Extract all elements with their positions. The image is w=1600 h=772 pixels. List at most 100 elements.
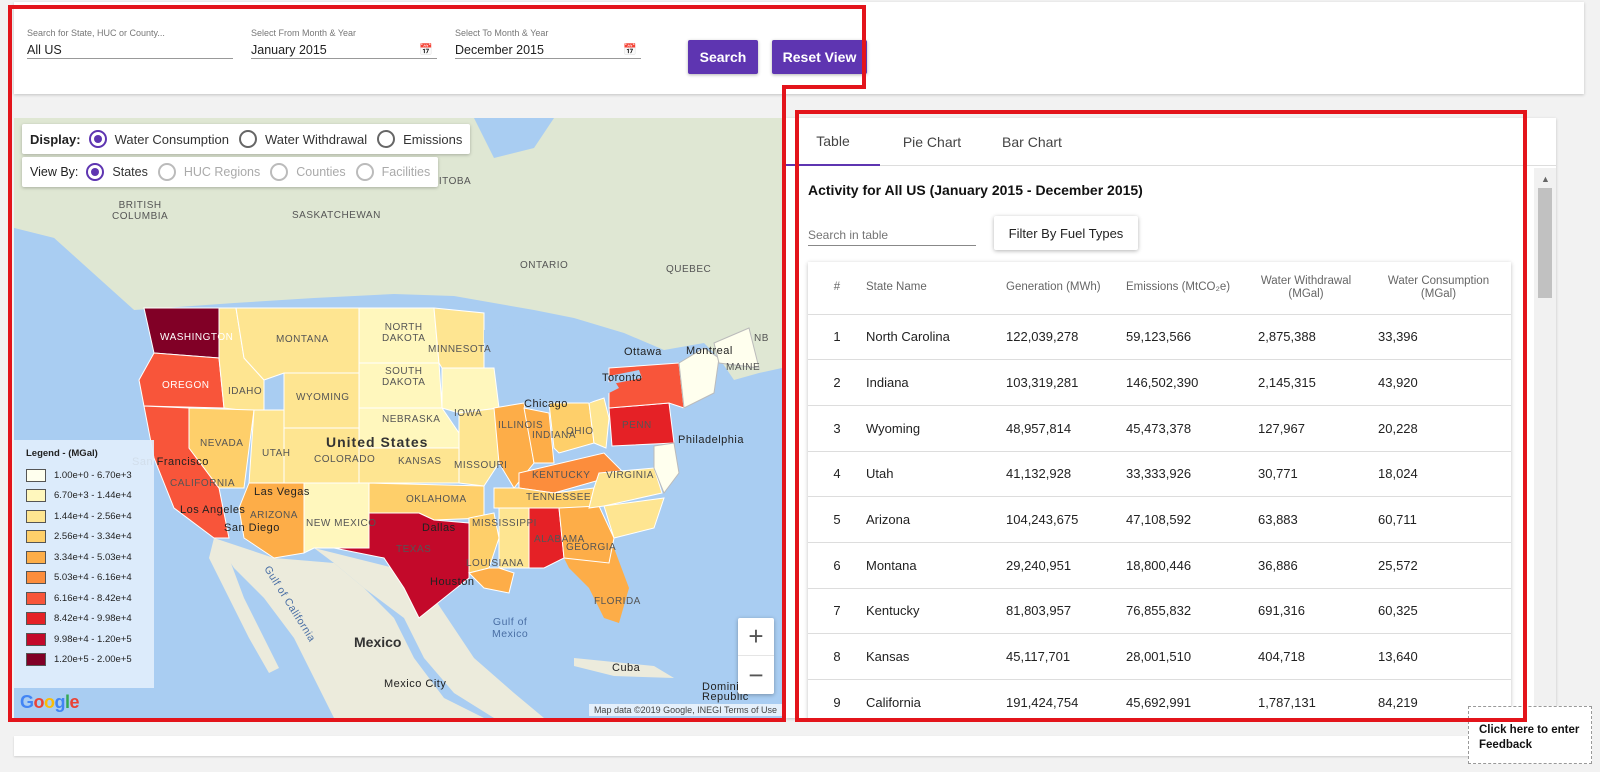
to-date-value: December 2015: [455, 42, 544, 57]
radio-icon: [377, 130, 396, 148]
reset-view-button[interactable]: Reset View: [772, 40, 867, 74]
to-date-field[interactable]: Select To Month & Year December 2015 📅: [455, 28, 641, 59]
viewby-option-label: HUC Regions: [183, 165, 261, 179]
column-header-water-consumption[interactable]: Water Consumption (MGal): [1366, 262, 1511, 315]
cell-generation: 48,957,814: [1006, 405, 1126, 452]
viewby-option-label: Counties: [296, 165, 346, 179]
table-row[interactable]: 5 Arizona 104,243,675 47,108,592 63,883 60,71…: [808, 496, 1511, 543]
table-row[interactable]: 4 Utah 41,132,928 33,333,926 30,771 18,024: [808, 451, 1511, 498]
from-date-label: Select From Month & Year: [251, 28, 357, 38]
map-label-mississippi: MISSISSIPPI: [472, 518, 537, 529]
viewby-option-huc-regions[interactable]: HUC Regions: [157, 163, 261, 181]
display-option-water-withdrawal[interactable]: Water Withdrawal: [238, 130, 368, 148]
legend-swatch: [26, 653, 46, 667]
cell-emissions: 28,001,510: [1126, 633, 1246, 680]
column-header-index[interactable]: #: [808, 262, 866, 315]
table-scrollbar[interactable]: ▲: [1534, 168, 1556, 718]
map-label-dallas: Dallas: [422, 522, 456, 534]
column-header-emissions[interactable]: Emissions (MtCO₂e): [1126, 262, 1246, 315]
column-header-water-withdrawal[interactable]: Water Withdrawal (MGal): [1246, 262, 1366, 315]
location-search-input[interactable]: All US: [27, 41, 233, 59]
radio-icon: [157, 163, 176, 181]
table-row[interactable]: 8 Kansas 45,117,701 28,001,510 404,718 13,640: [808, 633, 1511, 680]
cell-emissions: 76,855,832: [1126, 588, 1246, 635]
cell-generation: 81,803,957: [1006, 588, 1126, 635]
display-option-emissions[interactable]: Emissions: [377, 130, 462, 148]
legend-range: 1.00e+0 - 6.70e+3: [54, 469, 132, 481]
from-date-field[interactable]: Select From Month & Year January 2015 📅: [251, 28, 437, 59]
calendar-icon[interactable]: 📅: [419, 43, 433, 56]
legend-item: 9.98e+4 - 1.20e+5: [26, 629, 142, 650]
map-attribution[interactable]: Map data ©2019 Google, INEGI Terms of Us…: [588, 704, 782, 716]
map-label-montreal: Montreal: [686, 345, 733, 357]
cell-water-withdrawal: 404,718: [1246, 633, 1366, 680]
map-label-utah: UTAH: [262, 448, 291, 459]
zoom-control: + −: [738, 618, 774, 694]
cell-generation: 45,117,701: [1006, 633, 1126, 680]
map-label-colorado: COLORADO: [314, 454, 376, 465]
legend-swatch: [26, 571, 46, 585]
table-row[interactable]: 7 Kentucky 81,803,957 76,855,832 691,316 60,3…: [808, 588, 1511, 635]
feedback-button[interactable]: Click here to enter Feedback: [1468, 706, 1592, 764]
scroll-up-arrow-icon[interactable]: ▲: [1541, 174, 1550, 184]
viewby-option-label: States: [112, 165, 148, 179]
cell-state-name: Kentucky: [866, 588, 1006, 635]
radio-selected-icon: [88, 130, 107, 148]
table-row[interactable]: 9 California 191,424,754 45,692,991 1,787,13…: [808, 679, 1511, 718]
tab-bar-chart[interactable]: Bar Chart: [984, 118, 1080, 166]
tab-table[interactable]: Table: [786, 118, 880, 166]
choropleth-map[interactable]: BRITISH COLUMBIA SASKATCHEWAN ANITOBA ON…: [14, 118, 782, 718]
table-search-input[interactable]: [808, 224, 976, 246]
cell-index: 6: [808, 542, 866, 589]
map-label-cuba: Cuba: [612, 662, 641, 674]
map-label-tennessee: TENNESSEE: [526, 492, 592, 503]
viewby-option-states[interactable]: States: [86, 163, 148, 181]
radio-icon: [355, 163, 374, 181]
cell-water-withdrawal: 2,145,315: [1246, 359, 1366, 406]
legend-range: 5.03e+4 - 6.16e+4: [54, 572, 132, 584]
cell-generation: 29,240,951: [1006, 542, 1126, 589]
map-label-maine: MAINE: [726, 362, 761, 373]
column-header-state-name[interactable]: State Name: [866, 262, 1006, 315]
zoom-in-button[interactable]: +: [738, 618, 774, 656]
column-header-generation[interactable]: Generation (MWh): [1006, 262, 1126, 315]
map-label-nb: NB: [754, 333, 769, 344]
cell-generation: 191,424,754: [1006, 679, 1126, 718]
cell-index: 4: [808, 451, 866, 498]
table-row[interactable]: 6 Montana 29,240,951 18,800,446 36,886 25,572: [808, 542, 1511, 589]
calendar-icon[interactable]: 📅: [623, 43, 637, 56]
map-label-houston: Houston: [430, 576, 475, 588]
cell-emissions: 33,333,926: [1126, 451, 1246, 498]
cell-state-name: California: [866, 679, 1006, 718]
cell-water-consumption: 33,396: [1366, 314, 1511, 361]
cell-index: 5: [808, 496, 866, 543]
table-row[interactable]: 1 North Carolina 122,039,278 59,123,566 2,87…: [808, 314, 1511, 361]
table-row[interactable]: 3 Wyoming 48,957,814 45,473,378 127,967 20,22…: [808, 405, 1511, 452]
location-search-field[interactable]: Search for State, HUC or County... All U…: [27, 28, 233, 59]
to-date-input[interactable]: December 2015 📅: [455, 41, 641, 59]
viewby-option-counties[interactable]: Counties: [270, 163, 346, 181]
cell-state-name: North Carolina: [866, 314, 1006, 361]
map-label-kentucky: KENTUCKY: [532, 470, 591, 481]
map-label-washington: WASHINGTON: [160, 332, 234, 343]
map-label-toronto: Toronto: [602, 372, 643, 384]
viewby-option-facilities[interactable]: Facilities: [355, 163, 430, 181]
tab-pie-chart[interactable]: Pie Chart: [884, 118, 980, 166]
table-row[interactable]: 2 Indiana 103,319,281 146,502,390 2,145,315 4…: [808, 359, 1511, 406]
cell-index: 9: [808, 679, 866, 718]
display-option-label: Water Consumption: [114, 131, 229, 147]
scrollbar-thumb[interactable]: [1538, 188, 1552, 298]
display-option-water-consumption[interactable]: Water Consumption: [88, 130, 229, 148]
search-button[interactable]: Search: [688, 40, 758, 74]
filter-fuel-types-button[interactable]: Filter By Fuel Types: [994, 216, 1138, 250]
cell-emissions: 45,692,991: [1126, 679, 1246, 718]
display-option-label: Water Withdrawal: [264, 131, 368, 147]
cell-state-name: Indiana: [866, 359, 1006, 406]
from-date-input[interactable]: January 2015 📅: [251, 41, 437, 59]
cell-water-withdrawal: 30,771: [1246, 451, 1366, 498]
cell-water-consumption: 18,024: [1366, 451, 1511, 498]
legend-range: 6.16e+4 - 8.42e+4: [54, 592, 132, 604]
panel-title: Activity for All US (January 2015 - Dece…: [808, 182, 1143, 198]
map-label-kansas: KANSAS: [398, 456, 442, 467]
zoom-out-button[interactable]: −: [738, 656, 774, 694]
